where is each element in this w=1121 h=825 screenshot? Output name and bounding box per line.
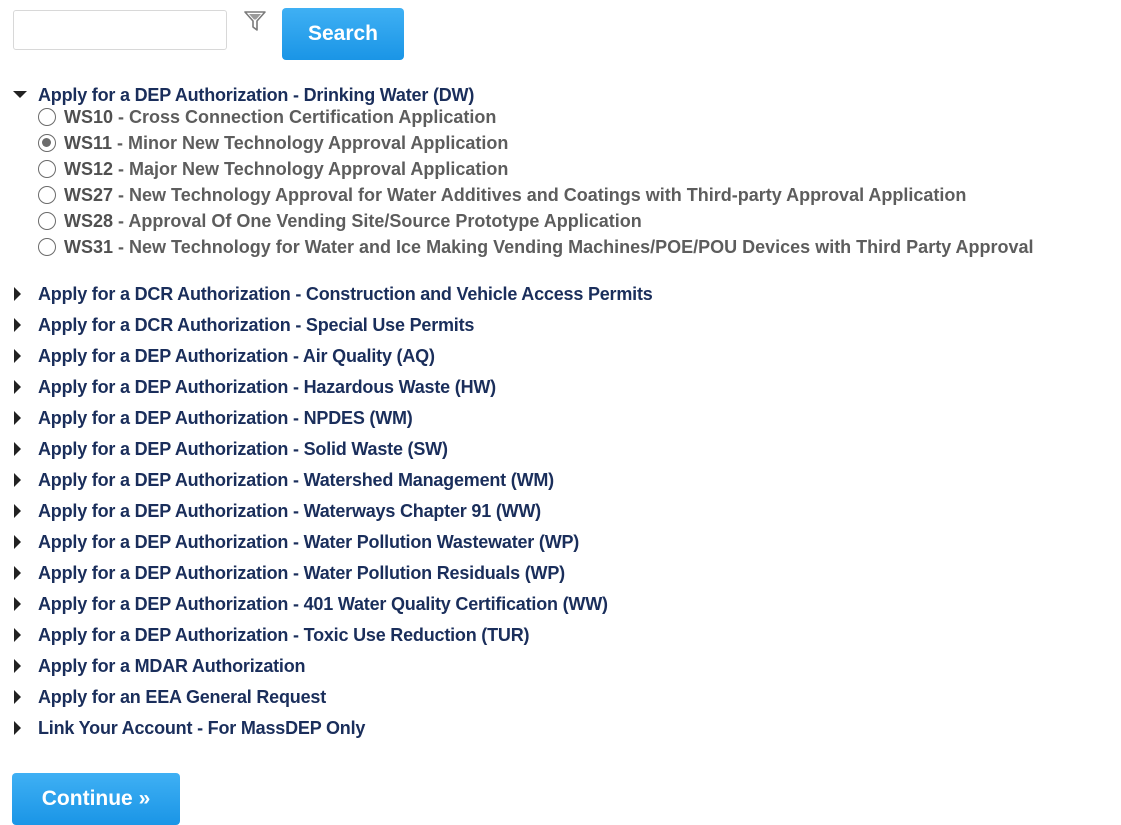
option-code: WS10 xyxy=(64,106,114,127)
group-label: Apply for a DEP Authorization - Waterway… xyxy=(38,500,541,521)
group-label: Apply for a DEP Authorization - Solid Wa… xyxy=(38,438,448,459)
caret-right-icon xyxy=(12,377,32,397)
radio-button[interactable] xyxy=(38,186,56,204)
caret-right-icon xyxy=(12,594,32,614)
option-label: WS10 - Cross Connection Certification Ap… xyxy=(64,107,496,128)
group-label: Apply for a DCR Authorization - Construc… xyxy=(38,283,653,304)
collapsed-group-item[interactable]: Apply for a DEP Authorization - Watershe… xyxy=(12,468,554,492)
caret-right-icon xyxy=(12,532,32,552)
caret-right-icon xyxy=(12,563,32,583)
group-label: Apply for a DEP Authorization - Water Po… xyxy=(38,562,565,583)
option-description: - New Technology for Water and Ice Makin… xyxy=(113,236,1034,257)
caret-right-icon xyxy=(12,687,32,707)
group-label: Apply for a DEP Authorization - Water Po… xyxy=(38,531,580,552)
caret-right-icon xyxy=(12,346,32,366)
radio-button[interactable] xyxy=(38,238,56,256)
option-code: WS28 xyxy=(64,210,114,231)
radio-button[interactable] xyxy=(38,108,56,126)
option-label: WS12 - Major New Technology Approval App… xyxy=(64,159,508,180)
caret-right-icon xyxy=(12,470,32,490)
search-button[interactable]: Search xyxy=(282,8,404,60)
group-label: Apply for a DEP Authorization - Hazardou… xyxy=(38,376,496,397)
group-label: Apply for a DEP Authorization - 401 Wate… xyxy=(38,593,608,614)
continue-button[interactable]: Continue » xyxy=(12,773,180,825)
collapsed-group-item[interactable]: Apply for a DEP Authorization - Toxic Us… xyxy=(12,623,529,647)
collapsed-group-item[interactable]: Apply for an EEA General Request xyxy=(12,685,326,709)
group-label: Apply for an EEA General Request xyxy=(38,686,326,707)
collapsed-group-item[interactable]: Apply for a DEP Authorization - NPDES (W… xyxy=(12,406,413,430)
group-label: Apply for a DEP Authorization - NPDES (W… xyxy=(38,407,413,428)
group-label: Apply for a MDAR Authorization xyxy=(38,655,306,676)
option-description: - Approval Of One Vending Site/Source Pr… xyxy=(113,210,642,231)
option-description: - Major New Technology Approval Applicat… xyxy=(113,158,509,179)
caret-right-icon xyxy=(12,718,32,738)
collapsed-group-item[interactable]: Apply for a DEP Authorization - Solid Wa… xyxy=(12,437,448,461)
collapsed-group-item[interactable]: Apply for a MDAR Authorization xyxy=(12,654,306,678)
caret-down-icon xyxy=(12,85,32,105)
option-description: - New Technology Approval for Water Addi… xyxy=(113,184,967,205)
radio-option-ws10[interactable]: WS10 - Cross Connection Certification Ap… xyxy=(38,106,496,128)
collapsed-group-item[interactable]: Apply for a DEP Authorization - Air Qual… xyxy=(12,344,435,368)
group-label: Apply for a DEP Authorization - Air Qual… xyxy=(38,345,435,366)
group-label: Apply for a DEP Authorization - Toxic Us… xyxy=(38,624,530,645)
collapsed-group-item[interactable]: Apply for a DEP Authorization - Water Po… xyxy=(12,530,579,554)
collapsed-group-item[interactable]: Link Your Account - For MassDEP Only xyxy=(12,716,365,740)
caret-right-icon xyxy=(12,284,32,304)
radio-button[interactable] xyxy=(38,134,56,152)
option-code: WS27 xyxy=(64,184,114,205)
collapsed-group-item[interactable]: Apply for a DEP Authorization - Water Po… xyxy=(12,561,565,585)
group-label: Apply for a DEP Authorization - Watershe… xyxy=(38,469,554,490)
group-drinking-water[interactable]: Apply for a DEP Authorization - Drinking… xyxy=(12,83,474,107)
search-input[interactable] xyxy=(13,10,227,50)
option-description: - Cross Connection Certification Applica… xyxy=(113,106,497,127)
caret-right-icon xyxy=(12,501,32,521)
group-label: Apply for a DCR Authorization - Special … xyxy=(38,314,475,335)
caret-right-icon xyxy=(12,408,32,428)
radio-option-ws12[interactable]: WS12 - Major New Technology Approval App… xyxy=(38,158,508,180)
option-code: WS31 xyxy=(64,236,114,257)
option-label: WS27 - New Technology Approval for Water… xyxy=(64,185,966,206)
group-label: Link Your Account - For MassDEP Only xyxy=(38,717,366,738)
caret-right-icon xyxy=(12,625,32,645)
filter-icon[interactable] xyxy=(243,9,267,33)
radio-option-ws27[interactable]: WS27 - New Technology Approval for Water… xyxy=(38,184,966,206)
option-code: WS12 xyxy=(64,158,114,179)
caret-right-icon xyxy=(12,315,32,335)
option-label: WS31 - New Technology for Water and Ice … xyxy=(64,237,1034,258)
option-label: WS28 - Approval Of One Vending Site/Sour… xyxy=(64,211,642,232)
radio-option-ws11[interactable]: WS11 - Minor New Technology Approval App… xyxy=(38,132,508,154)
radio-button[interactable] xyxy=(38,212,56,230)
collapsed-group-item[interactable]: Apply for a DEP Authorization - Waterway… xyxy=(12,499,541,523)
collapsed-group-item[interactable]: Apply for a DEP Authorization - 401 Wate… xyxy=(12,592,608,616)
collapsed-group-item[interactable]: Apply for a DCR Authorization - Special … xyxy=(12,313,474,337)
collapsed-group-item[interactable]: Apply for a DEP Authorization - Hazardou… xyxy=(12,375,496,399)
radio-option-ws31[interactable]: WS31 - New Technology for Water and Ice … xyxy=(38,236,1034,258)
option-description: - Minor New Technology Approval Applicat… xyxy=(112,132,509,153)
radio-button[interactable] xyxy=(38,160,56,178)
option-label: WS11 - Minor New Technology Approval App… xyxy=(64,133,508,154)
caret-right-icon xyxy=(12,439,32,459)
group-label: Apply for a DEP Authorization - Drinking… xyxy=(38,84,475,105)
collapsed-group-item[interactable]: Apply for a DCR Authorization - Construc… xyxy=(12,282,653,306)
radio-option-ws28[interactable]: WS28 - Approval Of One Vending Site/Sour… xyxy=(38,210,642,232)
caret-right-icon xyxy=(12,656,32,676)
option-code: WS11 xyxy=(64,132,113,153)
